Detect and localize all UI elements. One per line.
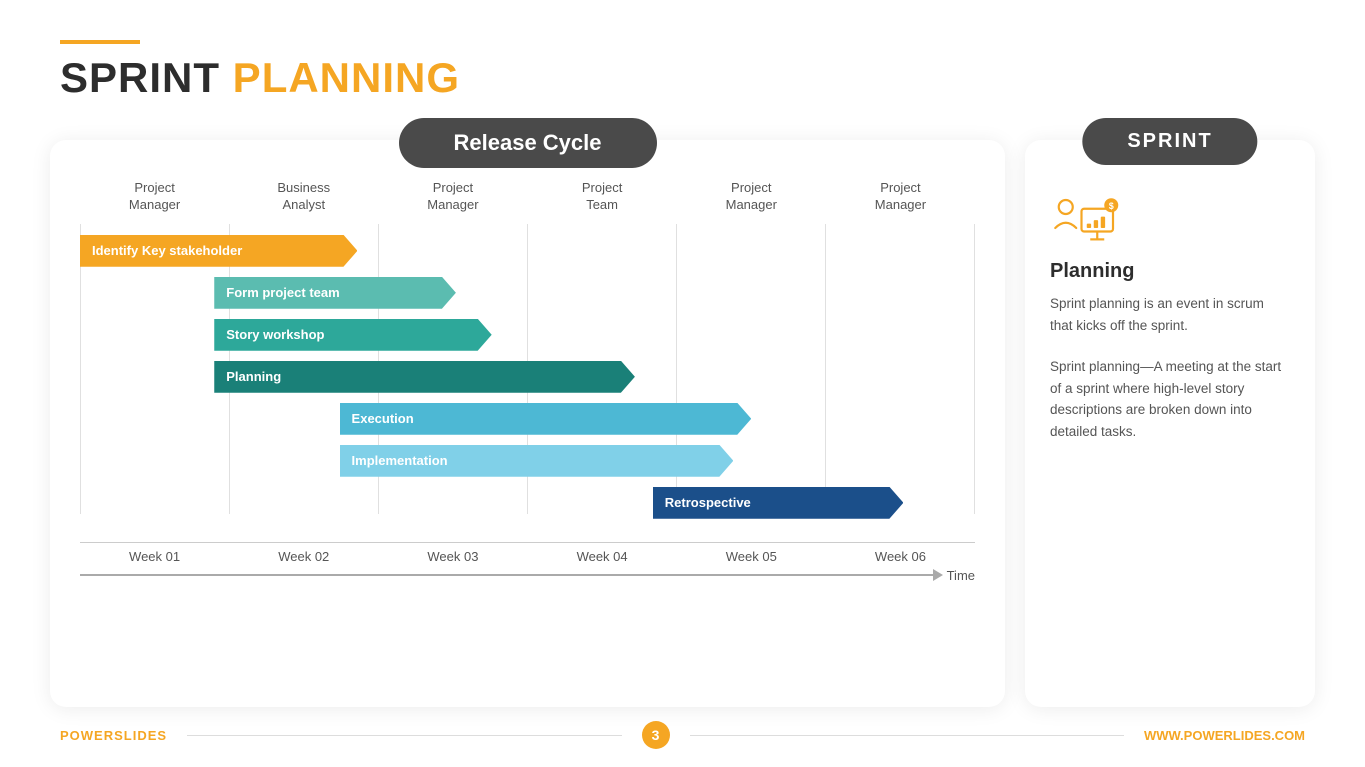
bar-story-workshop: Story workshop — [214, 319, 491, 351]
sprint-subtitle: Planning — [1050, 260, 1290, 283]
bar-row-7: Retrospective — [80, 484, 975, 522]
title-gold: PLANNING — [220, 54, 460, 101]
brand-gold: SLIDES — [114, 728, 167, 743]
col-header-1: ProjectManager — [80, 180, 229, 214]
analytics-person-icon: $ — [1050, 190, 1120, 245]
main-content: Release Cycle ProjectManager BusinessAna… — [50, 140, 1315, 707]
header: SPRINT PLANNING — [60, 40, 460, 102]
footer-page-number: 3 — [642, 721, 670, 749]
bar-row-3: Story workshop — [80, 316, 975, 354]
sprint-text-1: Sprint planning is an event in scrum tha… — [1050, 293, 1290, 336]
sprint-panel: SPRINT $ Planning Sprint planning is an … — [1025, 140, 1315, 707]
bar-row-5: Execution — [80, 400, 975, 438]
bar-row-1: Identify Key stakeholder — [80, 232, 975, 270]
footer: POWERSLIDES 3 WWW.POWERLIDES.COM — [60, 721, 1305, 749]
time-axis: Time — [80, 568, 975, 583]
footer-brand-right: WWW.POWERLIDES.COM — [1144, 728, 1305, 743]
bar-identify-stakeholder: Identify Key stakeholder — [80, 235, 357, 267]
col-header-3: ProjectManager — [378, 180, 527, 214]
bar-row-6: Implementation — [80, 442, 975, 480]
chart-panel: Release Cycle ProjectManager BusinessAna… — [50, 140, 1005, 707]
time-label: Time — [947, 568, 975, 583]
sprint-text-2: Sprint planning—A meeting at the start o… — [1050, 356, 1290, 442]
bar-execution: Execution — [340, 403, 752, 435]
bar-row-2: Form project team — [80, 274, 975, 312]
col-header-4: ProjectTeam — [528, 180, 677, 214]
week-label-5: Week 05 — [677, 549, 826, 564]
sprint-badge: SPRINT — [1082, 118, 1257, 165]
bar-implementation: Implementation — [340, 445, 734, 477]
week-label-2: Week 02 — [229, 549, 378, 564]
time-axis-line — [80, 574, 935, 576]
header-accent-line — [60, 40, 140, 44]
bar-planning: Planning — [214, 361, 635, 393]
column-headers: ProjectManager BusinessAnalyst ProjectMa… — [80, 180, 975, 214]
footer-line-right — [690, 735, 1124, 736]
week-label-4: Week 04 — [528, 549, 677, 564]
col-header-5: ProjectManager — [677, 180, 826, 214]
bar-form-project-team: Form project team — [214, 277, 456, 309]
footer-line-left — [187, 735, 621, 736]
bar-row-4: Planning — [80, 358, 975, 396]
col-header-6: ProjectManager — [826, 180, 975, 214]
bars-container: Identify Key stakeholder Form project te… — [80, 224, 975, 534]
col-header-2: BusinessAnalyst — [229, 180, 378, 214]
svg-text:$: $ — [1109, 201, 1114, 211]
release-cycle-badge: Release Cycle — [399, 118, 657, 168]
brand-dark: POWER — [60, 728, 114, 743]
week-label-1: Week 01 — [80, 549, 229, 564]
gantt-area: Identify Key stakeholder Form project te… — [80, 224, 975, 583]
week-labels: Week 01 Week 02 Week 03 Week 04 Week 05 … — [80, 542, 975, 564]
footer-brand-left: POWERSLIDES — [60, 728, 167, 743]
title-dark: SPRINT — [60, 54, 220, 101]
bar-retrospective: Retrospective — [653, 487, 904, 519]
week-label-6: Week 06 — [826, 549, 975, 564]
week-label-3: Week 03 — [378, 549, 527, 564]
page-title: SPRINT PLANNING — [60, 54, 460, 102]
